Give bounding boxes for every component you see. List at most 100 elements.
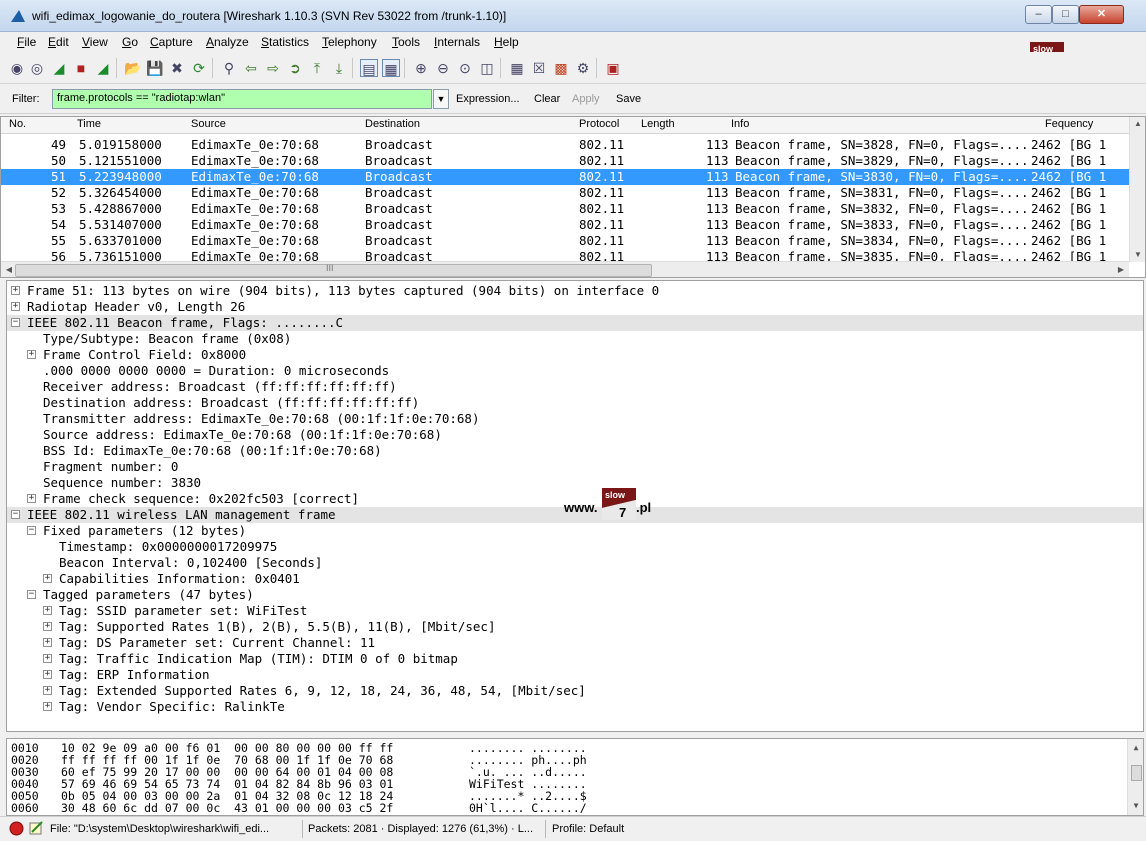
expression-button[interactable]: Expression...: [456, 93, 520, 105]
tree-item[interactable]: Beacon Interval: 0,102400 [Seconds]: [7, 555, 1143, 571]
tree-item[interactable]: + Frame 51: 113 bytes on wire (904 bits),…: [7, 283, 1143, 299]
menu-statistics[interactable]: Statistics: [261, 35, 309, 49]
expand-icon[interactable]: +: [43, 622, 52, 631]
tree-item[interactable]: Transmitter address: EdimaxTe_0e:70:68 (…: [7, 411, 1143, 427]
tree-item[interactable]: + Tag: Extended Supported Rates 6, 9, 12,…: [7, 683, 1143, 699]
packet-list-hscrollbar[interactable]: ◀ III ▶: [1, 261, 1129, 277]
hex-scroll-thumb[interactable]: [1131, 765, 1142, 781]
coloring-rules-icon[interactable]: ▩: [552, 59, 570, 77]
expand-icon[interactable]: +: [43, 638, 52, 647]
stop-capture-icon[interactable]: ■: [72, 59, 90, 77]
maximize-button[interactable]: □: [1052, 5, 1079, 24]
column-header-fequency[interactable]: Fequency: [1045, 118, 1093, 130]
apply-button[interactable]: Apply: [572, 93, 600, 105]
packet-row[interactable]: 52 5.326454000 EdimaxTe_0e:70:68 Broadcast 8…: [1, 185, 1129, 201]
find-packet-icon[interactable]: ⚲: [220, 59, 238, 77]
menu-telephony[interactable]: Telephony: [322, 35, 377, 49]
expand-icon[interactable]: +: [43, 686, 52, 695]
zoom-in-icon[interactable]: ⊕: [412, 59, 430, 77]
colorize-icon[interactable]: ▤: [360, 59, 378, 77]
scroll-down-icon[interactable]: ▼: [1130, 248, 1145, 262]
scroll-right-icon[interactable]: ▶: [1113, 263, 1129, 277]
collapse-icon[interactable]: −: [11, 318, 20, 327]
column-header-protocol[interactable]: Protocol: [579, 118, 619, 130]
help-icon[interactable]: ▣: [604, 59, 622, 77]
close-button[interactable]: ✕: [1079, 5, 1124, 24]
packet-list[interactable]: No. Time Source Destination Protocol Length In…: [0, 116, 1146, 278]
options-icon[interactable]: ◎: [28, 59, 46, 77]
menu-view[interactable]: View: [82, 35, 108, 49]
save-file-icon[interactable]: 💾: [146, 59, 164, 77]
menu-analyze[interactable]: Analyze: [206, 35, 249, 49]
display-filters-icon[interactable]: ☒: [530, 59, 548, 77]
tree-item[interactable]: Receiver address: Broadcast (ff:ff:ff:ff…: [7, 379, 1143, 395]
capture-comment-icon[interactable]: [28, 820, 44, 836]
menu-internals[interactable]: Internals: [434, 35, 480, 49]
tree-item[interactable]: + Tag: DS Parameter set: Current Channel:…: [7, 635, 1143, 651]
packet-list-vscrollbar[interactable]: ▲ ▼: [1129, 117, 1145, 262]
go-back-icon[interactable]: ⇦: [242, 59, 260, 77]
expand-icon[interactable]: +: [11, 302, 20, 311]
close-file-icon[interactable]: ✖: [168, 59, 186, 77]
go-forward-icon[interactable]: ⇨: [264, 59, 282, 77]
menu-capture[interactable]: Capture: [150, 35, 193, 49]
packet-row[interactable]: 54 5.531407000 EdimaxTe_0e:70:68 Broadcast 8…: [1, 217, 1129, 233]
capture-filters-icon[interactable]: ▦: [508, 59, 526, 77]
hex-bytes[interactable]: 30 48 60 6c dd 07 00 0c 43 01 00 00 00 0…: [61, 802, 393, 815]
packet-row[interactable]: 50 5.121551000 EdimaxTe_0e:70:68 Broadcast 8…: [1, 153, 1129, 169]
menu-go[interactable]: Go: [122, 35, 138, 49]
status-profile[interactable]: Profile: Default: [552, 823, 624, 835]
hex-vscrollbar[interactable]: ▲ ▼: [1127, 739, 1143, 815]
preferences-icon[interactable]: ⚙: [574, 59, 592, 77]
save-filter-button[interactable]: Save: [616, 93, 641, 105]
restart-capture-icon[interactable]: ◢: [94, 59, 112, 77]
column-header-source[interactable]: Source: [191, 118, 226, 130]
hscroll-thumb[interactable]: III: [15, 263, 652, 277]
filter-history-dropdown[interactable]: ▼: [433, 89, 449, 109]
collapse-icon[interactable]: −: [27, 590, 36, 599]
hex-scroll-down-icon[interactable]: ▼: [1128, 799, 1143, 813]
tree-item[interactable]: + Tag: Traffic Indication Map (TIM): DTIM…: [7, 651, 1143, 667]
expand-icon[interactable]: +: [43, 654, 52, 663]
packet-row[interactable]: 53 5.428867000 EdimaxTe_0e:70:68 Broadcast 8…: [1, 201, 1129, 217]
clear-button[interactable]: Clear: [534, 93, 560, 105]
tree-item[interactable]: + Tag: Vendor Specific: RalinkTe: [7, 699, 1143, 715]
resize-columns-icon[interactable]: ◫: [478, 59, 496, 77]
expand-icon[interactable]: +: [11, 286, 20, 295]
minimize-button[interactable]: –: [1025, 5, 1052, 24]
column-header-time[interactable]: Time: [77, 118, 101, 130]
expand-icon[interactable]: +: [43, 702, 52, 711]
auto-scroll-icon[interactable]: ▦: [382, 59, 400, 77]
open-file-icon[interactable]: 📂: [124, 59, 142, 77]
interfaces-icon[interactable]: ◉: [8, 59, 26, 77]
column-header-destination[interactable]: Destination: [365, 118, 420, 130]
start-capture-icon[interactable]: ◢: [50, 59, 68, 77]
collapse-icon[interactable]: −: [11, 510, 20, 519]
tree-item[interactable]: Fragment number: 0: [7, 459, 1143, 475]
tree-item[interactable]: − Tagged parameters (47 bytes): [7, 587, 1143, 603]
column-header-info[interactable]: Info: [731, 118, 749, 130]
go-to-packet-icon[interactable]: ➲: [286, 59, 304, 77]
tree-item[interactable]: .000 0000 0000 0000 = Duration: 0 micros…: [7, 363, 1143, 379]
tree-item[interactable]: Destination address: Broadcast (ff:ff:ff…: [7, 395, 1143, 411]
packet-row[interactable]: 55 5.633701000 EdimaxTe_0e:70:68 Broadcast 8…: [1, 233, 1129, 249]
filter-input[interactable]: frame.protocols == "radiotap:wlan": [52, 89, 432, 109]
hex-scroll-up-icon[interactable]: ▲: [1128, 741, 1143, 755]
reload-icon[interactable]: ⟳: [190, 59, 208, 77]
packet-bytes-pane[interactable]: 0010 10 02 9e 09 a0 00 f6 01 00 00 80 00 …: [6, 738, 1144, 816]
expand-icon[interactable]: +: [43, 670, 52, 679]
tree-item[interactable]: Type/Subtype: Beacon frame (0x08): [7, 331, 1143, 347]
hex-ascii[interactable]: 0H`l.... C....../: [469, 802, 587, 815]
packet-row[interactable]: 49 5.019158000 EdimaxTe_0e:70:68 Broadcast 8…: [1, 137, 1129, 153]
expand-icon[interactable]: +: [27, 350, 36, 359]
zoom-out-icon[interactable]: ⊖: [434, 59, 452, 77]
tree-item[interactable]: + Radiotap Header v0, Length 26: [7, 299, 1143, 315]
tree-item[interactable]: Source address: EdimaxTe_0e:70:68 (00:1f…: [7, 427, 1143, 443]
collapse-icon[interactable]: −: [27, 526, 36, 535]
tree-item[interactable]: + Frame Control Field: 0x8000: [7, 347, 1143, 363]
tree-item[interactable]: BSS Id: EdimaxTe_0e:70:68 (00:1f:1f:0e:7…: [7, 443, 1143, 459]
packet-row[interactable]: 51 5.223948000 EdimaxTe_0e:70:68 Broadcast 8…: [1, 169, 1129, 185]
tree-item[interactable]: − Fixed parameters (12 bytes): [7, 523, 1143, 539]
zoom-normal-icon[interactable]: ⊙: [456, 59, 474, 77]
hex-offset[interactable]: 0060: [11, 802, 39, 815]
